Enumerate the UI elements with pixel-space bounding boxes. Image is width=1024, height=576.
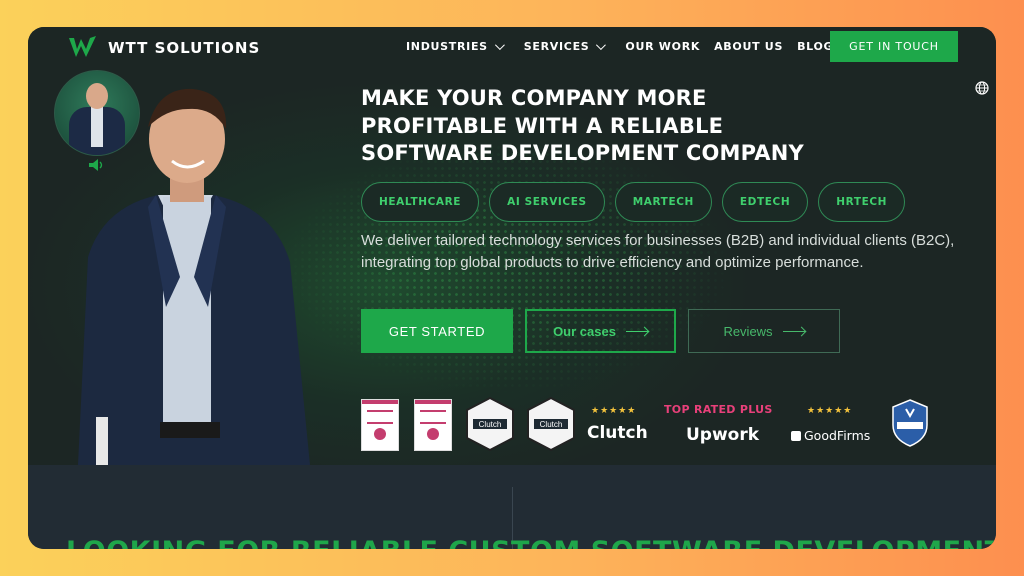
industry-tags: HEALTHCARE AI SERVICES MARTECH EDTECH HR… <box>361 182 906 222</box>
video-avatar-bubble[interactable] <box>54 70 140 156</box>
reviews-label: Reviews <box>723 323 773 339</box>
goodfirms-stars: ★★★★★ <box>807 405 853 415</box>
clutch-logo[interactable]: Clutch <box>587 423 648 443</box>
hero-description: We deliver tailored technology services … <box>361 232 955 271</box>
nav-item-label: ABOUT US <box>714 40 784 53</box>
nav-item-label: OUR WORK <box>625 40 701 53</box>
main-nav: INDUSTRIES SERVICES OUR WORK ABOUT US BL… <box>406 40 833 53</box>
goodfirms-logo[interactable]: GoodFirms <box>791 428 870 443</box>
chevron-down-icon <box>494 40 505 51</box>
hero-headline: MAKE YOUR COMPANY MORE PROFITABLE WITH A… <box>361 86 804 165</box>
clutch-badge-text: Clutch <box>540 420 563 429</box>
tag-healthcare[interactable]: HEALTHCARE <box>361 182 480 222</box>
tag-edtech[interactable]: EDTECH <box>721 182 809 222</box>
brand-name: WTT SOLUTIONS <box>108 39 261 57</box>
award-badge-software-developers <box>361 399 399 451</box>
wtt-logo-icon <box>69 36 96 57</box>
get-started-button[interactable]: GET STARTED <box>361 309 513 353</box>
speaker-icon[interactable] <box>88 158 104 172</box>
nav-item-label: SERVICES <box>523 40 590 53</box>
arrow-right-icon <box>782 330 805 332</box>
upwork-logo[interactable]: Upwork <box>686 425 759 445</box>
our-cases-label: Our cases <box>553 323 616 339</box>
globe-icon[interactable] <box>975 81 989 95</box>
tag-hrtech[interactable]: HRTECH <box>818 182 906 222</box>
tag-ai-services[interactable]: AI SERVICES <box>489 182 605 222</box>
reviews-button[interactable]: Reviews <box>688 309 840 353</box>
clutch-hex-badge-1: Clutch <box>466 397 514 451</box>
tag-martech[interactable]: MARTECH <box>614 182 712 222</box>
nav-item-services[interactable]: SERVICES <box>523 40 607 53</box>
nav-item-blog[interactable]: BLOG <box>797 40 833 53</box>
get-in-touch-button[interactable]: GET IN TOUCH <box>830 31 958 62</box>
brand-logo[interactable]: WTT SOLUTIONS <box>68 35 260 61</box>
nav-item-about-us[interactable]: ABOUT US <box>714 40 783 53</box>
award-badges: Clutch Clutch ★★★★★ Clutch TOP RATED PLU… <box>361 397 941 457</box>
clutch-badge-text: Clutch <box>479 420 502 429</box>
hero-section: WTT SOLUTIONS INDUSTRIES SERVICES OUR WO… <box>28 27 996 465</box>
nav-item-label: INDUSTRIES <box>406 40 488 53</box>
goodfirms-label: GoodFirms <box>804 428 871 443</box>
our-cases-button[interactable]: Our cases <box>525 309 676 353</box>
goodfirms-icon <box>791 430 801 441</box>
chevron-down-icon <box>596 40 607 51</box>
next-section: LOOKING FOR RELIABLE CUSTOM SOFTWARE DEV… <box>28 465 996 549</box>
nav-item-industries[interactable]: INDUSTRIES <box>406 40 505 53</box>
award-badge-ai-company <box>414 399 452 451</box>
section-heading: LOOKING FOR RELIABLE CUSTOM SOFTWARE DEV… <box>66 536 996 549</box>
top-rated-plus-label: TOP RATED PLUS <box>664 403 773 416</box>
nav-item-label: BLOG <box>797 40 834 53</box>
clutch-stars: ★★★★★ <box>591 405 637 415</box>
clutch-hex-badge-2: Clutch <box>527 397 575 451</box>
arrow-right-icon <box>625 330 648 332</box>
verified-profile-shield-icon <box>892 399 928 447</box>
nav-item-our-work[interactable]: OUR WORK <box>625 40 700 53</box>
browser-page: WTT SOLUTIONS INDUSTRIES SERVICES OUR WO… <box>28 27 996 549</box>
